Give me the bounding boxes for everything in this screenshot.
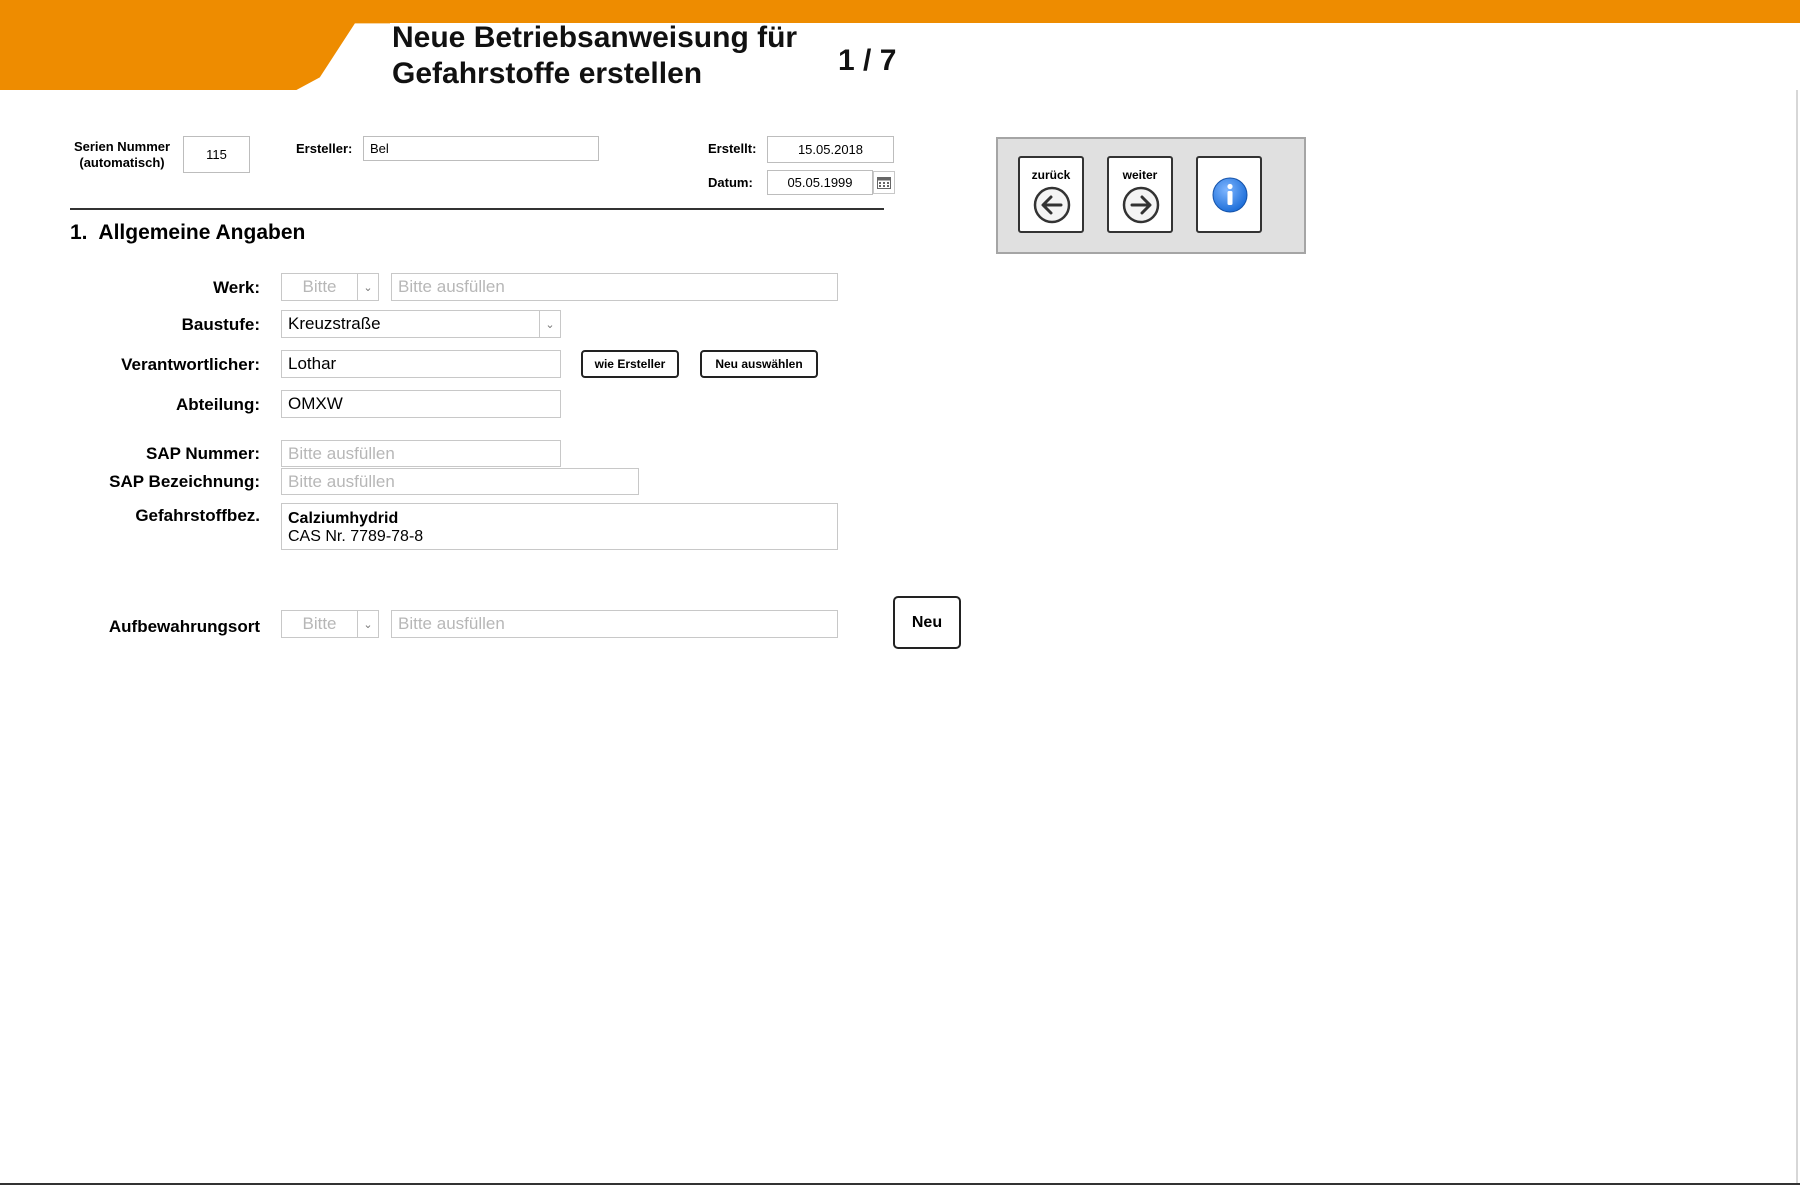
chevron-down-icon[interactable]: ⌄ [357,274,378,300]
date-label: Datum: [708,175,753,190]
aufbewahrungsort-select-value: Bitte [302,614,337,633]
page-border-right [1796,90,1798,1184]
back-button[interactable]: zurück [1018,156,1084,233]
page-indicator: 1 / 7 [838,44,897,77]
aufbewahrungsort-input[interactable] [391,610,838,638]
chevron-down-icon[interactable]: ⌄ [539,311,560,337]
section-number: 1. [70,221,88,244]
header-accent-tab [0,0,390,90]
serial-number-field[interactable] [183,136,250,173]
aufbewahrungsort-select[interactable]: Bitte ⌄ [281,610,379,638]
page-title-line2: Gefahrstoffe erstellen [392,57,703,90]
creator-label: Ersteller: [296,141,353,156]
aufbewahrungsort-label: Aufbewahrungsort [108,617,260,636]
neu-auswaehlen-button[interactable]: Neu auswählen [700,350,818,378]
arrow-right-circle-icon [1122,186,1160,224]
forward-button[interactable]: weiter [1107,156,1173,233]
creator-field[interactable] [363,136,599,161]
chevron-down-icon[interactable]: ⌄ [357,611,378,637]
sap-nummer-label: SAP Nummer: [146,444,260,463]
gefahrstoff-textarea[interactable]: Calziumhydrid CAS Nr. 7789-78-8 [281,503,838,550]
date-field[interactable] [767,170,873,195]
info-icon [1212,177,1248,213]
section-divider [70,208,884,210]
serial-number-label-line2: (automatisch) [79,155,165,170]
created-date-field[interactable] [767,136,894,163]
wie-ersteller-button[interactable]: wie Ersteller [581,350,679,378]
werk-label: Werk: [213,278,260,297]
page-border-bottom [0,1183,1800,1185]
navigation-panel: zurück weiter [996,137,1306,254]
page-title: Neue Betriebsanweisung für Gefahrstoffe … [392,20,812,92]
gefahrstoff-cas: CAS Nr. 7789-78-8 [288,528,424,545]
gefahrstoff-name: Calziumhydrid [288,510,399,527]
arrow-left-circle-icon [1033,186,1071,224]
info-button[interactable] [1196,156,1262,233]
section-title: Allgemeine Angaben [98,221,306,244]
werk-input[interactable] [391,273,838,301]
neu-button[interactable]: Neu [893,596,961,649]
abteilung-field[interactable] [281,390,561,418]
baustufe-select-value: Kreuzstraße [288,314,381,333]
werk-select[interactable]: Bitte ⌄ [281,273,379,301]
calendar-icon[interactable] [873,171,895,194]
back-button-label: zurück [1031,168,1071,182]
werk-select-value: Bitte [302,277,337,296]
forward-button-label: weiter [1122,168,1158,182]
sap-nummer-field[interactable] [281,440,561,467]
created-label: Erstellt: [708,141,757,156]
section-heading: 1. Allgemeine Angaben [70,221,305,245]
serial-number-label: Serien Nummer (automatisch) [70,139,174,171]
baustufe-label: Baustufe: [181,315,260,334]
baustufe-select[interactable]: Kreuzstraße ⌄ [281,310,561,338]
sap-bezeichnung-field[interactable] [281,468,639,495]
serial-number-label-line1: Serien Nummer [73,139,171,154]
verantwortlicher-label: Verantwortlicher: [121,355,260,374]
sap-bezeichnung-label: SAP Bezeichnung: [109,472,260,491]
verantwortlicher-field[interactable] [281,350,561,378]
gefahrstoff-label: Gefahrstoffbez. [135,506,260,525]
page-title-line1: Neue Betriebsanweisung für [392,21,798,54]
abteilung-label: Abteilung: [175,395,260,414]
